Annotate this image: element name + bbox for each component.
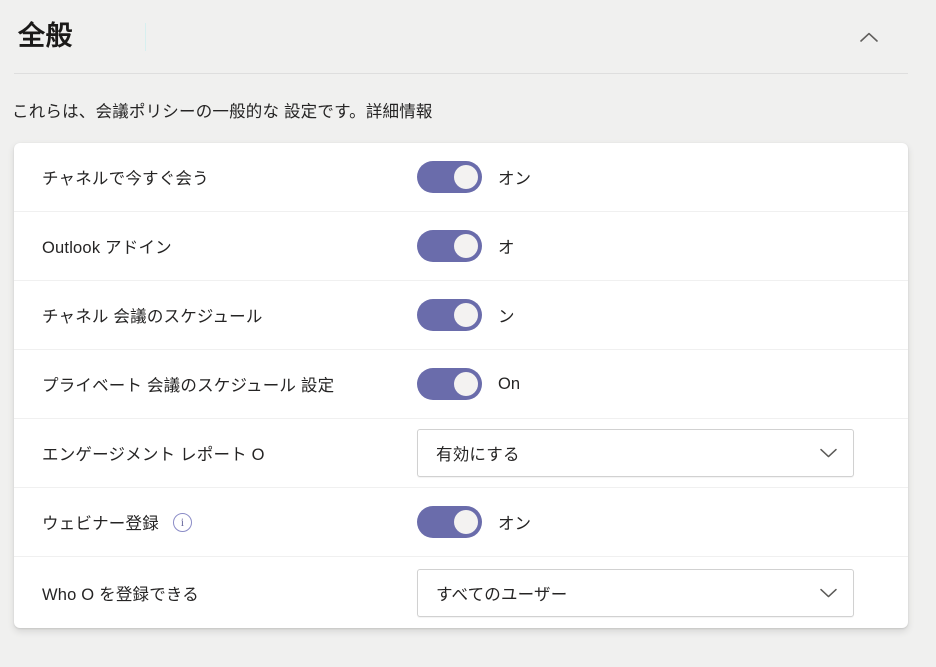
text-cursor-artifact	[145, 22, 146, 51]
settings-card: チャネルで今すぐ会う オン Outlook アドイン オ チャネル 会議のスケジ…	[14, 143, 908, 628]
toggle-knob	[454, 234, 478, 258]
setting-label: チャネルで今すぐ会う	[42, 170, 209, 188]
setting-control: ン	[417, 299, 515, 331]
toggle-knob	[454, 303, 478, 327]
toggle-state-label: On	[498, 374, 521, 393]
setting-control: すべてのユーザー	[417, 568, 854, 617]
chevron-down-icon	[820, 448, 837, 458]
setting-control: オ	[417, 230, 515, 262]
setting-row: エンゲージメント レポート O 有効にする	[14, 419, 908, 488]
setting-control: 有効にする	[417, 429, 854, 477]
setting-label: エンゲージメント レポート O	[42, 446, 265, 464]
setting-row: Who O を登録できる すべてのユーザー	[14, 557, 908, 628]
section-description: これらは、会議ポリシーの一般的な 設定です。詳細情報	[12, 103, 433, 121]
section-title-wrap: 全般	[14, 0, 146, 73]
collapse-section-button[interactable]	[846, 14, 892, 60]
toggle-channel-meeting-scheduling[interactable]	[417, 299, 482, 331]
setting-control: オン	[417, 506, 531, 538]
dropdown-selected-value: 有効にする	[436, 446, 520, 464]
toggle-knob	[454, 372, 478, 396]
setting-label: ウェビナー登録	[42, 515, 159, 533]
toggle-knob	[454, 165, 478, 189]
setting-label: チャネル 会議のスケジュール	[42, 308, 263, 326]
dropdown-who-can-register[interactable]: すべてのユーザー	[417, 568, 854, 617]
setting-row: チャネル 会議のスケジュール ン	[14, 281, 908, 350]
section-header: 全般	[14, 0, 908, 74]
setting-label: Who O を登録できる	[42, 585, 199, 604]
toggle-knob	[454, 510, 478, 534]
chevron-down-icon	[820, 588, 837, 597]
setting-row: チャネルで今すぐ会う オン	[14, 143, 908, 212]
toggle-outlook-add-in[interactable]	[417, 230, 482, 262]
dropdown-engagement-report[interactable]: 有効にする	[417, 429, 854, 477]
setting-row: ウェビナー登録 i オン	[14, 488, 908, 557]
info-circle-icon[interactable]: i	[172, 512, 192, 532]
setting-label: プライベート 会議のスケジュール 設定	[42, 377, 335, 395]
toggle-state-label: ン	[498, 308, 515, 326]
toggle-state-label: オン	[498, 170, 531, 188]
toggle-state-label: オン	[498, 515, 531, 533]
toggle-private-meeting-scheduling[interactable]	[417, 368, 482, 400]
setting-row: プライベート 会議のスケジュール 設定 On	[14, 350, 908, 419]
toggle-webinar-registration[interactable]	[417, 506, 482, 538]
setting-row: Outlook アドイン オ	[14, 212, 908, 281]
info-glyph: i	[180, 515, 185, 529]
setting-control: On	[417, 368, 520, 400]
toggle-meet-now-in-channel[interactable]	[417, 161, 482, 193]
toggle-state-label: オ	[498, 239, 515, 257]
page-title: 全般	[18, 21, 73, 51]
setting-label: Outlook アドイン	[42, 239, 172, 257]
dropdown-selected-value: すべてのユーザー	[436, 585, 568, 604]
chevron-up-icon	[860, 32, 878, 42]
meeting-policy-general-page: 全般 これらは、会議ポリシーの一般的な 設定です。詳細情報 チャネルで今すぐ会う…	[0, 0, 936, 667]
setting-control: オン	[417, 161, 531, 193]
